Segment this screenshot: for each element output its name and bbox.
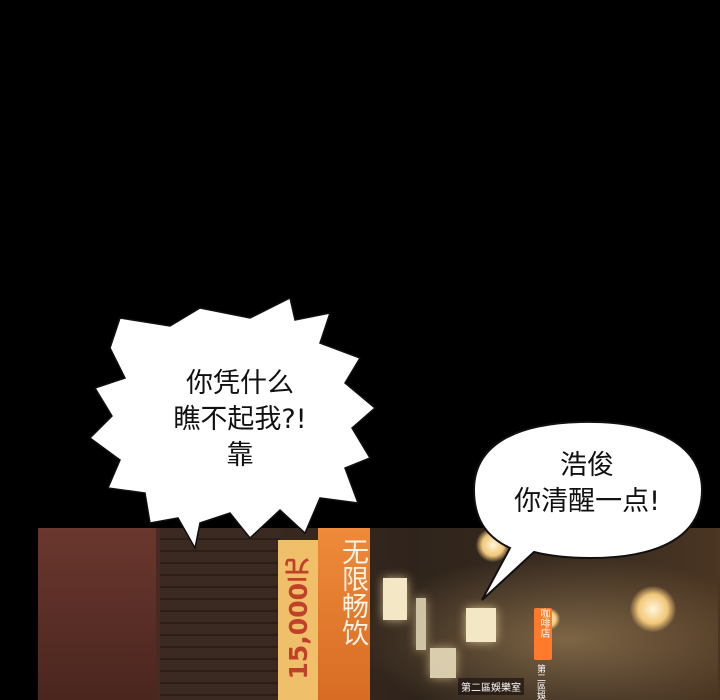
left-bubble-line: 瞧不起我?! [173, 404, 307, 435]
small-vertical-sign: 第二區娛 [535, 664, 545, 700]
right-bubble-line: 浩俊 [560, 450, 614, 481]
shop-label: 第二區娛樂室 [458, 678, 524, 695]
left-bubble-text: 你凭什么 瞧不起我?! 靠 [140, 366, 340, 474]
left-bubble-line: 靠 [226, 440, 254, 471]
building-window [466, 608, 496, 642]
building-window [430, 648, 456, 678]
building-window [416, 598, 426, 650]
price-sign-text: 15,000元 [284, 558, 313, 680]
price-sign: 15,000元 [278, 540, 318, 700]
building-window [383, 578, 407, 620]
left-bubble-line: 你凭什么 [186, 368, 294, 399]
neon-cafe-sign: 咖啡店 [534, 608, 552, 660]
neon-sign-text: 咖啡店 [538, 608, 549, 638]
right-bubble-line: 你清醒一点! [514, 486, 660, 517]
right-bubble-text: 浩俊 你清醒一点! [478, 448, 696, 520]
